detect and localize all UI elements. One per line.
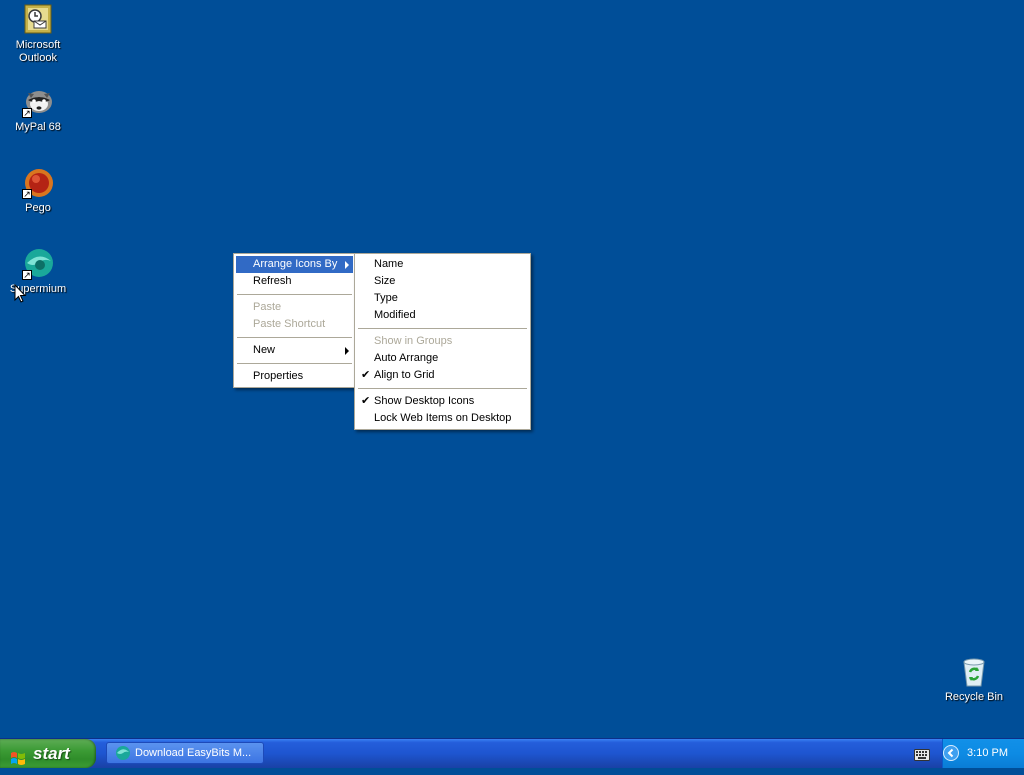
menu-item-label: Arrange Icons By <box>253 258 338 270</box>
menu-item-label: Paste <box>253 301 282 313</box>
menu-item-label: Name <box>374 258 404 270</box>
menu-item-label: Size <box>374 275 396 287</box>
desktop-icon-label: Microsoft Outlook <box>15 39 61 64</box>
menu-item-label: Type <box>374 292 398 304</box>
menu-separator <box>237 363 352 364</box>
supermium-icon: ↗ <box>22 248 54 280</box>
menu-item-paste[interactable]: Paste <box>236 299 353 316</box>
start-button[interactable]: start <box>0 739 96 768</box>
menu-item-new[interactable]: New <box>236 342 353 359</box>
submenu-item-show-in-groups[interactable]: Show in Groups <box>357 333 528 350</box>
menu-separator <box>237 294 352 295</box>
pego-icon: ↗ <box>22 167 54 199</box>
desktop-icon-mypal[interactable]: ↗ MyPal 68 <box>0 86 76 134</box>
taskbar-window-title: Download EasyBits M... <box>135 747 252 759</box>
submenu-item-auto-arrange[interactable]: Auto Arrange <box>357 350 528 367</box>
desktop-icon-label: Recycle Bin <box>944 691 1004 703</box>
recycle-bin-icon <box>958 656 990 688</box>
desktop-context-menu: Arrange Icons By Refresh Paste Paste Sho… <box>233 253 356 388</box>
show-hidden-icons-chevron-icon[interactable] <box>943 745 959 761</box>
mouse-pointer-icon <box>14 283 27 304</box>
menu-item-refresh[interactable]: Refresh <box>236 273 353 290</box>
submenu-arrow-icon <box>345 347 349 355</box>
menu-item-label: Modified <box>374 309 416 321</box>
supermium-icon <box>115 745 131 761</box>
desktop-icon-recycle-bin[interactable]: Recycle Bin <box>936 656 1012 704</box>
submenu-item-show-desktop-icons[interactable]: ✔ Show Desktop Icons <box>357 393 528 410</box>
desktop-icon-pego[interactable]: ↗ Pego <box>0 167 76 215</box>
menu-separator <box>237 337 352 338</box>
menu-separator <box>358 388 527 389</box>
menu-item-properties[interactable]: Properties <box>236 368 353 385</box>
menu-item-arrange-icons-by[interactable]: Arrange Icons By <box>236 256 353 273</box>
menu-item-label: Paste Shortcut <box>253 318 326 330</box>
menu-item-label: Lock Web Items on Desktop <box>374 412 512 424</box>
submenu-arrow-icon <box>345 261 349 269</box>
taskbar-window-button[interactable]: Download EasyBits M... <box>106 742 264 764</box>
checkmark-icon: ✔ <box>361 369 371 381</box>
menu-item-label: Auto Arrange <box>374 352 439 364</box>
windows-logo-icon <box>10 746 26 765</box>
start-label: start <box>33 744 70 763</box>
menu-separator <box>358 328 527 329</box>
menu-item-label: Align to Grid <box>374 369 435 381</box>
mypal-icon: ↗ <box>22 86 54 118</box>
menu-item-label: Properties <box>253 370 304 382</box>
desktop-icon-supermium[interactable]: ↗ Supermium <box>0 248 76 296</box>
submenu-item-size[interactable]: Size <box>357 273 528 290</box>
menu-item-label: Show Desktop Icons <box>374 395 475 407</box>
submenu-item-lock-web-items[interactable]: Lock Web Items on Desktop <box>357 410 528 427</box>
desktop-icon-outlook[interactable]: Microsoft Outlook <box>0 4 76 65</box>
desktop-icon-label: Pego <box>25 202 51 214</box>
keyboard-icon[interactable] <box>914 749 930 761</box>
clock[interactable]: 3:10 PM <box>967 739 1008 768</box>
shortcut-arrow-icon: ↗ <box>22 189 32 199</box>
shortcut-arrow-icon: ↗ <box>22 108 32 118</box>
submenu-item-align-to-grid[interactable]: ✔ Align to Grid <box>357 367 528 384</box>
submenu-item-name[interactable]: Name <box>357 256 528 273</box>
desktop-icon-label: Supermium <box>9 283 67 295</box>
shortcut-arrow-icon: ↗ <box>22 270 32 280</box>
system-tray: 3:10 PM <box>942 739 1024 768</box>
outlook-icon <box>22 4 54 36</box>
checkmark-icon: ✔ <box>361 395 371 407</box>
taskbar: start Download EasyBits M... 3:10 PM <box>0 738 1024 768</box>
submenu-item-modified[interactable]: Modified <box>357 307 528 324</box>
submenu-item-type[interactable]: Type <box>357 290 528 307</box>
menu-item-paste-shortcut[interactable]: Paste Shortcut <box>236 316 353 333</box>
desktop-icon-label: MyPal 68 <box>15 121 61 133</box>
menu-item-label: New <box>253 344 276 356</box>
menu-item-label: Refresh <box>253 275 292 287</box>
menu-item-label: Show in Groups <box>374 335 453 347</box>
arrange-icons-submenu: Name Size Type Modified Show in Groups A… <box>354 253 531 430</box>
